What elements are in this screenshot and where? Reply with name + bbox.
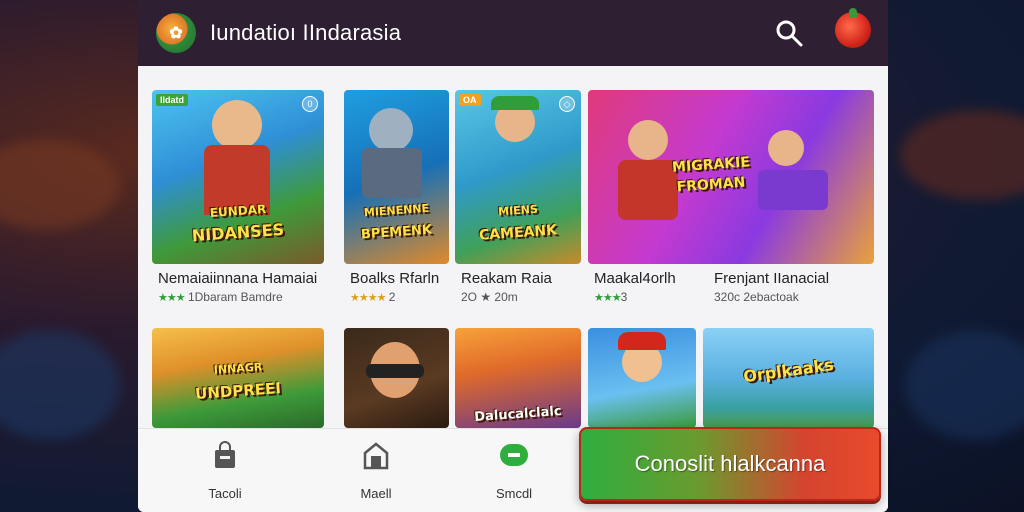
game-title: Nemaiaiinnana Hamaiai [158,270,318,287]
rating-stars: ★★★ [594,292,622,304]
avatar-icon[interactable] [835,8,871,48]
chat-icon [500,444,528,466]
nav-label: Smcdl [495,486,533,501]
search-icon[interactable] [774,18,804,48]
art-caption: CAMEANK [478,222,558,244]
background-cloud [0,140,120,230]
game-card[interactable]: OA ◇ MIENS CAMEANK Reakam Raia 2O ★ 20m [455,90,581,310]
game-title: Boalks Rfarln [350,270,440,287]
game-thumbnail[interactable]: Orplkaaks [703,328,874,428]
app-title: Iundatioı IIndarasia [210,20,402,45]
consult-button[interactable]: Conoslit hlalkcanna [579,427,881,501]
game-grid: IIdatd 0 EUNDAR NIDANSES Nemaiaiinnana H… [138,66,888,428]
game-thumbnail[interactable]: MIGRAKIE FROMAN [588,90,874,264]
art-caption: Orplkaaks [742,354,835,387]
category-tag: IIdatd [156,94,188,106]
nav-item-smcdl[interactable]: Smcdl [474,441,554,501]
game-meta: ★★★★ 2 [350,290,395,304]
background-cloud [905,330,1024,440]
game-card[interactable]: INNAGR UNDPREEI [152,328,324,428]
art-caption: BPEMENK [360,222,433,243]
bag-icon [215,441,235,468]
rating-stars: ★★★★ [350,292,386,304]
background-cloud [0,330,120,440]
game-meta-text: 1Dbaram Bamdre [187,290,283,304]
game-thumbnail[interactable]: OA ◇ MIENS CAMEANK [455,90,581,264]
game-card[interactable] [588,328,696,428]
app-bar: ✿ Iundatioı IIndarasia [138,0,888,66]
game-title: Reakam Raia [461,270,552,287]
game-meta-text: 3 [620,290,628,304]
art-caption: Dalucalclalc [473,403,563,426]
game-card[interactable]: Dalucalclalc [455,328,581,428]
game-meta-text: 2 [388,290,396,304]
nav-label: Tacoli [208,486,242,501]
background-cloud [900,110,1024,200]
game-thumbnail[interactable]: IIdatd 0 EUNDAR NIDANSES [152,90,324,264]
game-meta: 2O ★ 20m [461,290,518,304]
game-card[interactable] [344,328,449,428]
shop-icon [363,442,389,470]
game-meta: 320c 2ebactoak [714,290,799,304]
nav-item-tacoli[interactable]: Tacoli [185,441,265,501]
card-badge: ◇ [559,96,575,112]
game-thumbnail[interactable]: MIENENNE BPEMENK [344,90,449,264]
game-card[interactable]: MIENENNE BPEMENK Boalks Rfarln ★★★★ 2 [344,90,449,310]
app-logo: ✿ [156,13,196,53]
game-card[interactable]: IIdatd 0 EUNDAR NIDANSES Nemaiaiinnana H… [152,90,324,310]
game-meta: ★★★ 1Dbaram Bamdre [158,290,283,304]
game-thumbnail[interactable]: Dalucalclalc [455,328,581,428]
rating-stars: ★★★ [158,292,186,304]
game-card[interactable]: MIGRAKIE FROMAN Maakal4orlh ★★★3 Frenjan… [588,90,874,310]
game-meta: ★★★3 [594,290,627,304]
category-tag: OA [459,94,481,106]
game-thumbnail[interactable] [344,328,449,428]
game-thumbnail[interactable] [588,328,696,428]
nav-label: Maell [360,486,392,501]
card-badge: 0 [302,96,318,112]
game-thumbnail[interactable]: INNAGR UNDPREEI [152,328,324,428]
nav-item-maell[interactable]: Maell [336,441,416,501]
game-title: Frenjant IIanacial [714,270,830,287]
game-meta-text: 2O ★ 20m [461,290,518,304]
game-title: Maakal4orlh [594,270,676,287]
art-caption-top: MIENS [497,202,539,219]
game-card[interactable]: Orplkaaks [703,328,874,428]
art-caption-top: MIENENNE [363,201,430,220]
